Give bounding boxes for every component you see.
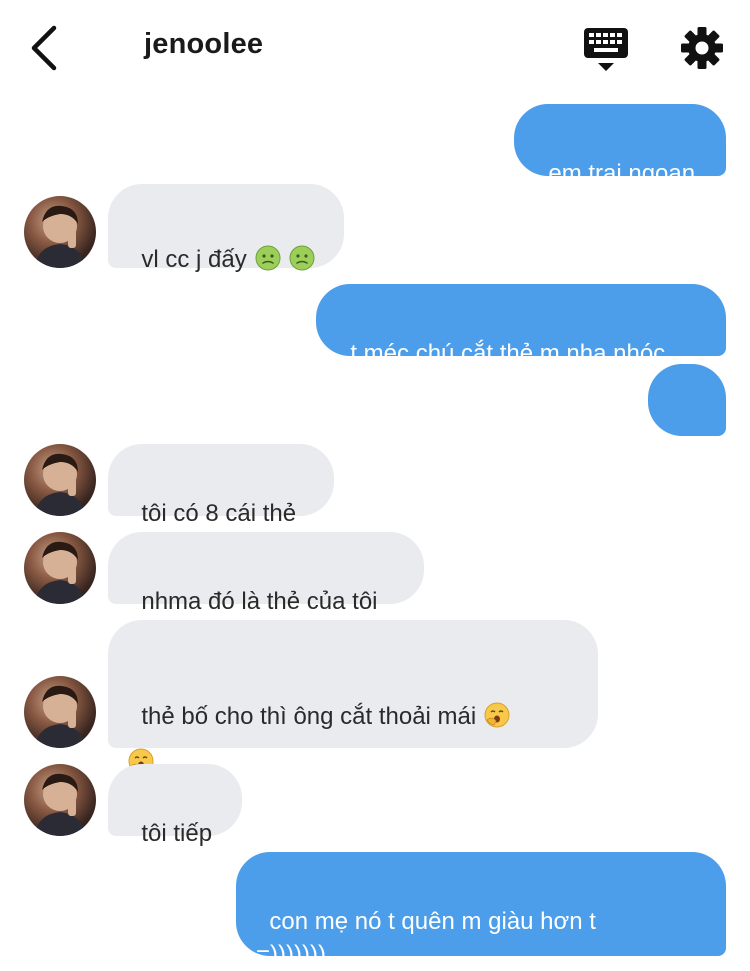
message-text: vl cc j đấy [141,246,247,273]
message-bubble-outgoing[interactable]: láo [648,364,726,480]
message-text: em trai ngoan [548,160,696,187]
gear-icon [681,27,723,69]
message-text: nhma đó là thẻ của tôi [141,588,378,615]
message-text: tôi tiếp [141,820,213,847]
nauseated-face-icon [289,245,315,271]
avatar-photo [34,453,86,516]
message-bubble-incoming[interactable]: vl cc j đấy [108,184,344,273]
settings-button[interactable] [678,24,726,72]
avatar-photo [34,685,86,748]
nauseated-face-icon [255,245,281,271]
message-text: láo [668,453,701,480]
keyboard-icon [584,28,628,71]
message-bubble-outgoing[interactable]: con mẹ nó t quên m giàu hơn t =))))))) [236,852,726,968]
keyboard-button[interactable] [582,26,630,74]
avatar-photo [34,541,86,604]
conversation-title: jenoolee [144,28,264,60]
avatar[interactable] [24,676,96,748]
message-text: tôi có 8 cái thẻ [141,500,297,527]
chevron-left-icon [31,25,57,71]
avatar-photo [34,205,86,268]
message-text: thẻ bố cho thì ông cắt thoải mái [141,703,477,730]
avatar[interactable] [24,444,96,516]
message-text: t méc chú cắt thẻ m nha nhóc [350,340,666,367]
message-bubble-incoming[interactable]: nhma đó là thẻ của tôi [108,532,424,615]
back-button[interactable] [24,24,64,72]
message-text: con mẹ nó t quên m giàu hơn t =))))))) [256,908,596,968]
message-bubble-incoming[interactable]: tôi tiếp [108,764,242,847]
avatar-photo [34,773,86,836]
message-bubble-incoming[interactable]: thẻ bố cho thì ông cắt thoải mái [108,620,598,774]
yawning-face-icon [484,702,510,728]
avatar[interactable] [24,764,96,836]
message-bubble-outgoing[interactable]: t méc chú cắt thẻ m nha nhóc [316,284,726,367]
message-bubble-incoming[interactable]: tôi có 8 cái thẻ [108,444,334,527]
chat-header: jenoolee [0,0,750,96]
avatar[interactable] [24,196,96,268]
message-bubble-outgoing[interactable]: em trai ngoan [514,104,726,187]
avatar[interactable] [24,532,96,604]
